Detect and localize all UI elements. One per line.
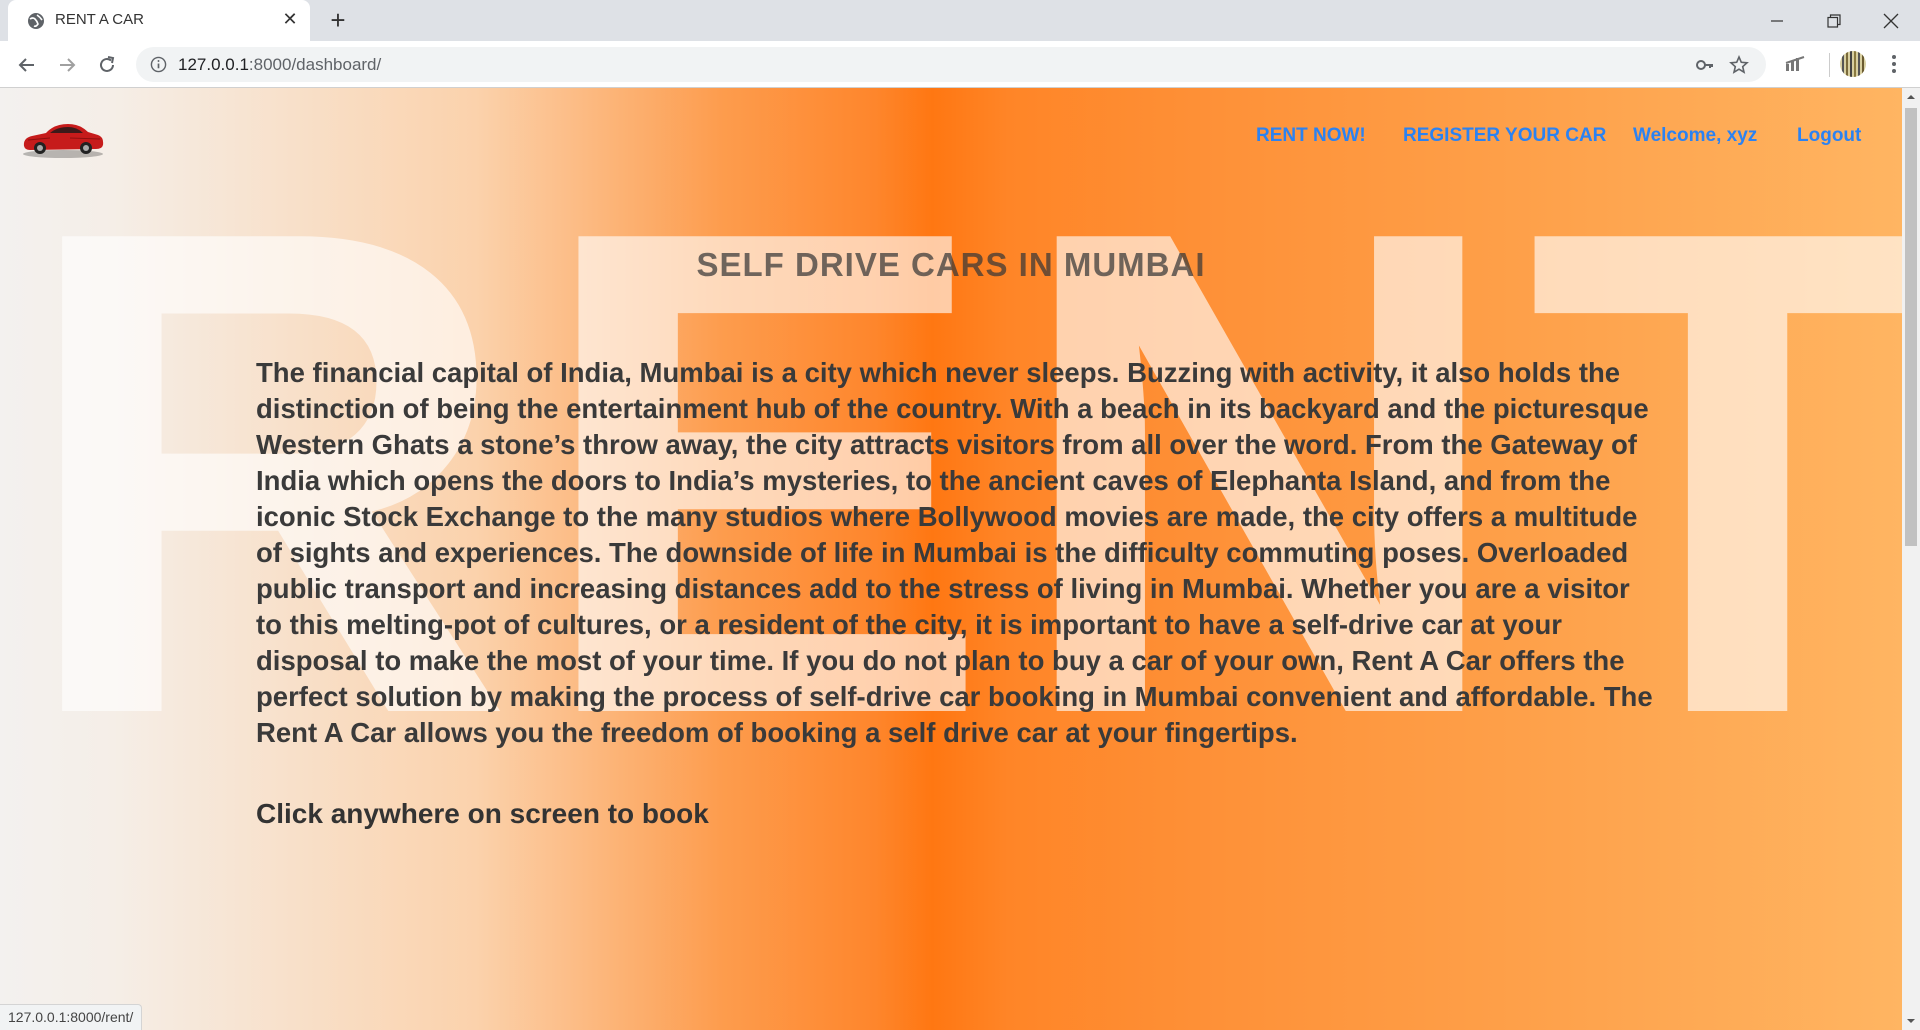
close-icon[interactable]: ✕ <box>280 9 300 29</box>
restore-icon[interactable] <box>1805 0 1862 41</box>
scrollbar-thumb[interactable] <box>1905 108 1917 546</box>
window-close-icon[interactable] <box>1862 0 1919 41</box>
reload-icon[interactable] <box>93 51 121 79</box>
extension-icon[interactable] <box>1784 53 1806 75</box>
arrow-left-icon[interactable] <box>13 51 41 79</box>
welcome-user-link[interactable]: Welcome, xyz <box>1633 125 1757 147</box>
kebab-menu-icon[interactable] <box>1883 53 1905 75</box>
book-call-to-action[interactable]: Click anywhere on screen to book <box>256 798 709 830</box>
plus-icon[interactable]: + <box>325 7 351 34</box>
status-url-bubble: 127.0.0.1:8000/rent/ <box>0 1004 143 1030</box>
arrow-right-icon[interactable] <box>53 51 81 79</box>
page-viewport[interactable]: RENT RENT NOW! REGISTER YOUR CAR Welcome… <box>0 88 1902 1030</box>
url-path: :8000/dashboard/ <box>248 55 382 74</box>
toolbar-divider <box>1829 53 1830 77</box>
info-icon[interactable] <box>150 56 167 73</box>
address-bar[interactable]: 127.0.0.1:8000/dashboard/ <box>136 47 1766 82</box>
avatar-icon[interactable] <box>1838 49 1868 79</box>
tab-title: RENT A CAR <box>55 11 144 28</box>
scroll-down-icon[interactable] <box>1906 1016 1916 1026</box>
browser-tab[interactable]: RENT A CAR ✕ <box>8 0 310 41</box>
rent-now-link[interactable]: RENT NOW! <box>1256 125 1366 147</box>
tab-strip: RENT A CAR ✕ + <box>0 0 1920 41</box>
description-paragraph: The financial capital of India, Mumbai i… <box>256 357 1653 748</box>
top-navigation: RENT NOW! REGISTER YOUR CAR Welcome, xyz… <box>0 125 1902 155</box>
vertical-scrollbar[interactable] <box>1902 88 1920 1030</box>
register-car-link[interactable]: REGISTER YOUR CAR <box>1403 125 1606 147</box>
browser-toolbar: 127.0.0.1:8000/dashboard/ <box>0 41 1920 88</box>
key-icon[interactable] <box>1694 54 1716 76</box>
star-icon[interactable] <box>1728 54 1750 76</box>
scroll-up-icon[interactable] <box>1906 92 1916 102</box>
globe-icon <box>28 13 44 29</box>
logout-link[interactable]: Logout <box>1797 125 1861 147</box>
minimize-icon[interactable] <box>1748 0 1805 41</box>
page-title: SELF DRIVE CARS IN MUMBAI <box>696 246 1206 283</box>
url-host: 127.0.0.1 <box>178 55 249 74</box>
url-text[interactable]: 127.0.0.1:8000/dashboard/ <box>178 55 381 75</box>
